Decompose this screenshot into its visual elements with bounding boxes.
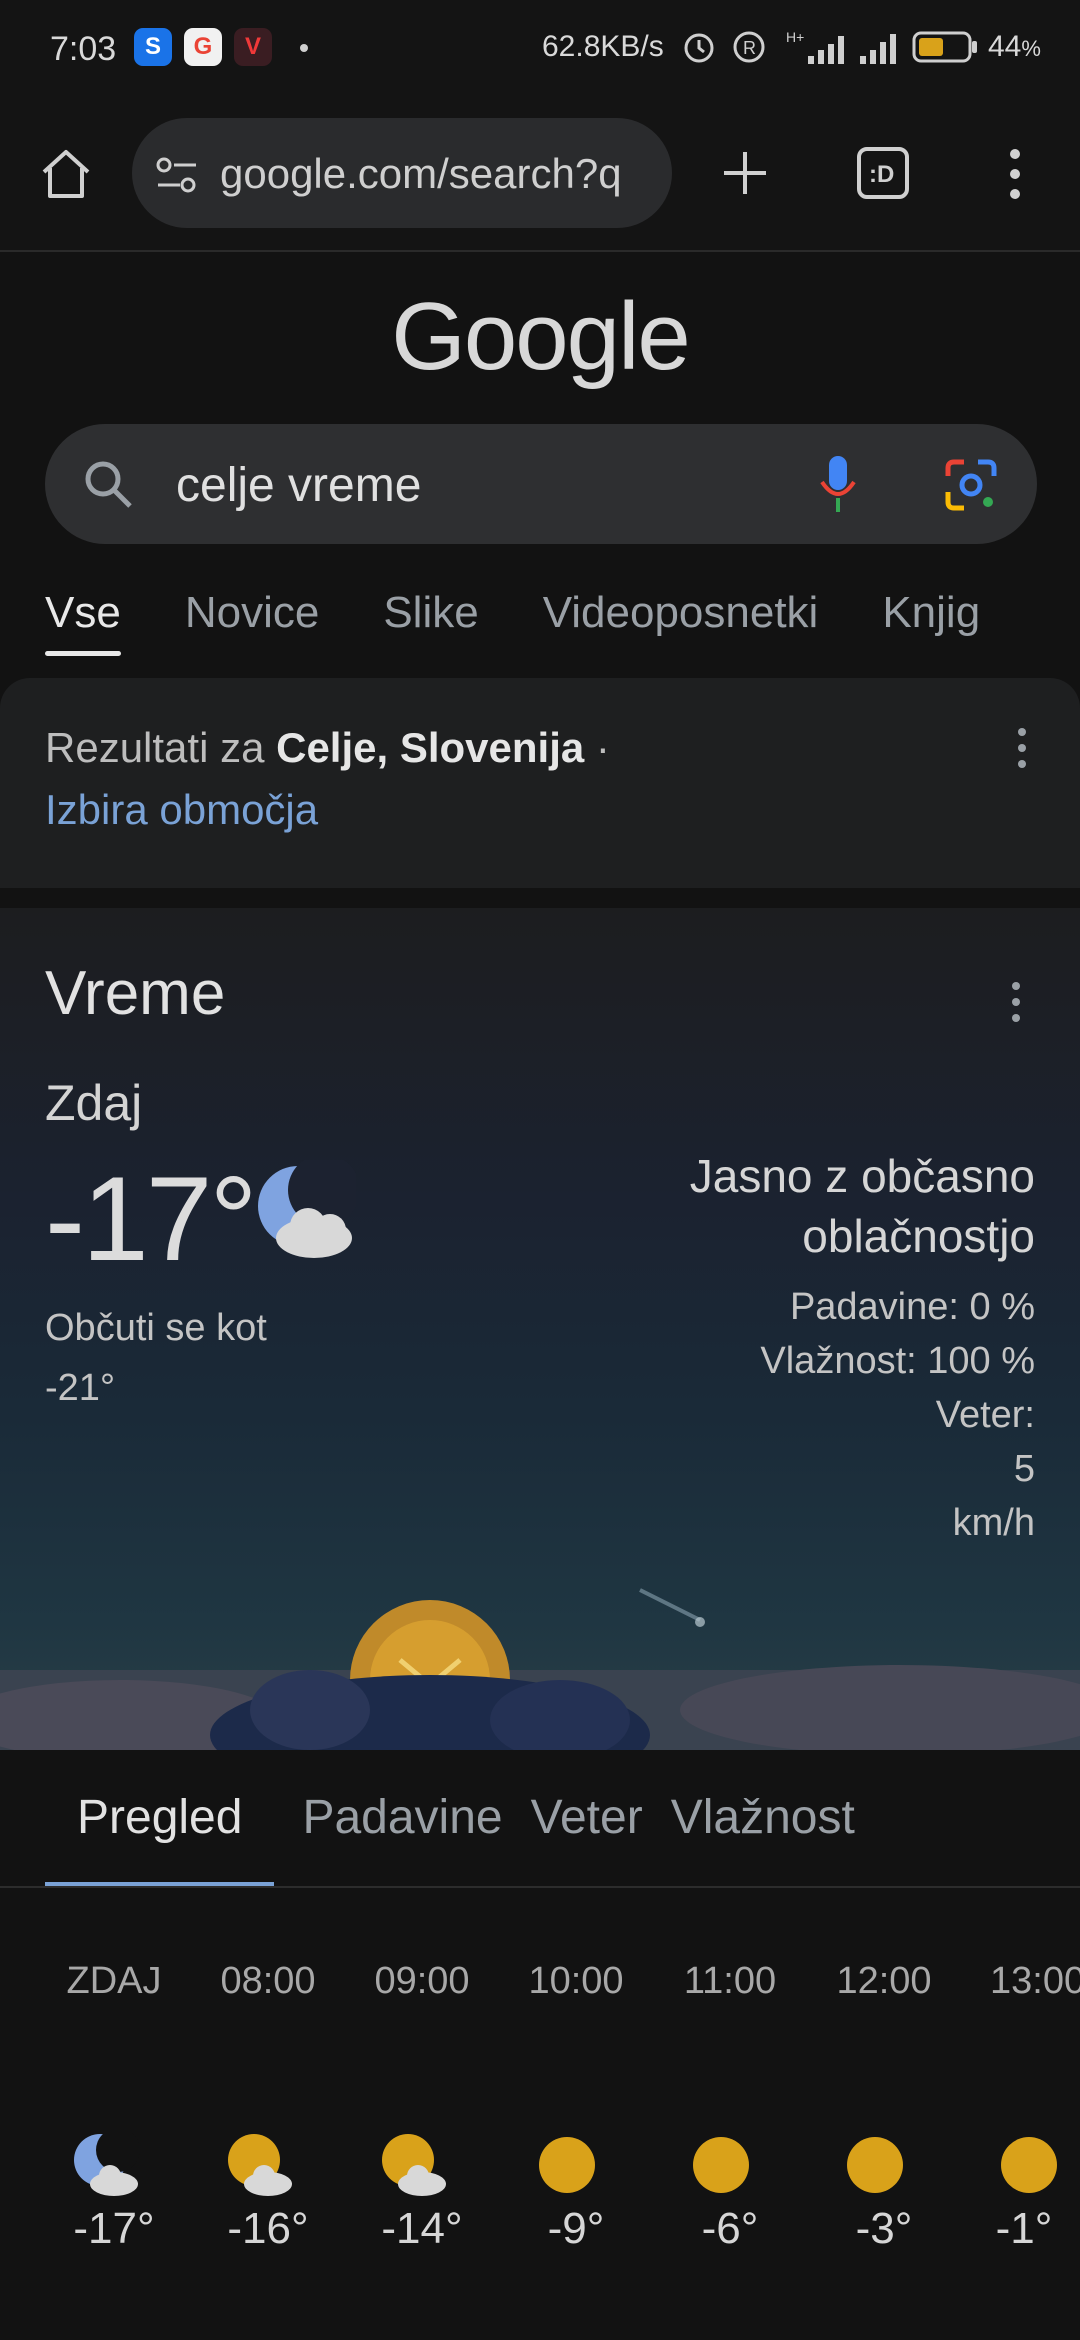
status-time: 7:03 [50, 30, 117, 68]
weather-now-label: Zdaj [45, 1075, 143, 1131]
sun-cloud-icon [228, 2134, 292, 2196]
wind-label: Veter: [935, 1394, 1035, 1436]
precipitation: Padavine: 0 % [789, 1286, 1035, 1328]
hour-label: ZDAJ [66, 1960, 162, 2002]
notification-dot-icon [300, 44, 308, 52]
location-more-icon[interactable] [1010, 726, 1034, 770]
hour-temperature: -9° [547, 2204, 605, 2253]
search-icon [85, 461, 132, 508]
tab-switcher-icon[interactable]: :D [856, 146, 910, 200]
alarm-icon [684, 33, 714, 63]
home-icon[interactable] [38, 146, 94, 202]
tab-images[interactable]: Slike [383, 588, 478, 638]
weather-condition: Jasno z občasno oblačnostjo [689, 1150, 1035, 1262]
location-result-text: Rezultati za Celje, Slovenija · [45, 724, 610, 771]
google-icon: G [184, 28, 222, 66]
signal-icon [860, 34, 896, 64]
hour-temperature: -16° [227, 2204, 309, 2253]
svg-text:H+: H+ [786, 29, 804, 45]
lens-icon[interactable] [942, 456, 1000, 514]
humidity: Vlažnost: 100 % [760, 1340, 1035, 1382]
hour-temperature: -6° [701, 2204, 759, 2253]
shazam-icon: S [134, 28, 172, 66]
hour-label: 12:00 [836, 1960, 932, 2002]
choose-area-link[interactable]: Izbira območja [45, 786, 318, 834]
sun-icon [1001, 2137, 1057, 2193]
hour-label: 09:00 [374, 1960, 470, 2002]
weather-more-icon[interactable] [1004, 980, 1028, 1024]
hour-temperature: -14° [381, 2204, 463, 2253]
hour-temperature: -1° [995, 2204, 1053, 2253]
tab-precipitation[interactable]: Padavine [302, 1790, 502, 1845]
sun-icon [847, 2137, 903, 2193]
hour-label: 13:00 [990, 1960, 1080, 2002]
sun-cloud-icon [382, 2134, 446, 2196]
battery-icon [912, 31, 977, 63]
hour-temperature: -3° [855, 2204, 913, 2253]
weather-scene-illustration [0, 1588, 1080, 1750]
feels-like: Občuti se kot -21° [45, 1307, 267, 1409]
url-text[interactable]: google.com/search?q [220, 150, 650, 198]
more-vert-icon[interactable] [1000, 146, 1030, 202]
google-logo: Google [391, 283, 691, 390]
net-speed: 62.8KB/s [542, 30, 664, 63]
hour-label: 11:00 [683, 1960, 777, 2002]
tab-books[interactable]: Knjig [882, 588, 980, 638]
weather-title: Vreme [45, 959, 226, 1028]
wind-value: 5 [1013, 1448, 1035, 1490]
hour-label: 10:00 [528, 1960, 624, 2002]
moon-cloud-icon [74, 2130, 140, 2196]
wind-unit: km/h [952, 1502, 1035, 1544]
tab-news[interactable]: Novice [185, 588, 320, 638]
tab-overview[interactable]: Pregled [45, 1790, 275, 1887]
battery-level: 44% [988, 30, 1041, 63]
current-temperature: -17° [45, 1152, 257, 1286]
sun-icon [693, 2137, 749, 2193]
signal-hplus-icon: H+ [786, 29, 844, 64]
moon-cloud-icon [258, 1160, 356, 1258]
registered-icon: R [733, 31, 765, 63]
tab-humidity[interactable]: Vlažnost [671, 1790, 855, 1845]
site-settings-icon[interactable] [154, 155, 200, 195]
tab-all[interactable]: Vse [45, 588, 121, 656]
tab-wind[interactable]: Veter [531, 1790, 643, 1845]
svg-text::D: :D [869, 161, 894, 188]
hour-label: 08:00 [220, 1960, 316, 2002]
search-input[interactable]: celje vreme [176, 458, 421, 513]
svg-text:R: R [743, 38, 756, 58]
vivaldi-icon: V [234, 28, 272, 66]
tab-videos[interactable]: Videoposnetki [543, 588, 819, 638]
voice-search-icon[interactable] [818, 454, 858, 516]
new-tab-icon[interactable] [720, 148, 770, 198]
location-card [0, 678, 1080, 888]
search-tabs: Vse Novice Slike Videoposnetki Knjig [45, 588, 1044, 658]
divider [0, 1886, 1080, 1888]
hour-temperature: -17° [73, 2204, 155, 2253]
weather-tabs: Pregled Padavine Veter Vlažnost [45, 1790, 1080, 1887]
sun-icon [539, 2137, 595, 2193]
